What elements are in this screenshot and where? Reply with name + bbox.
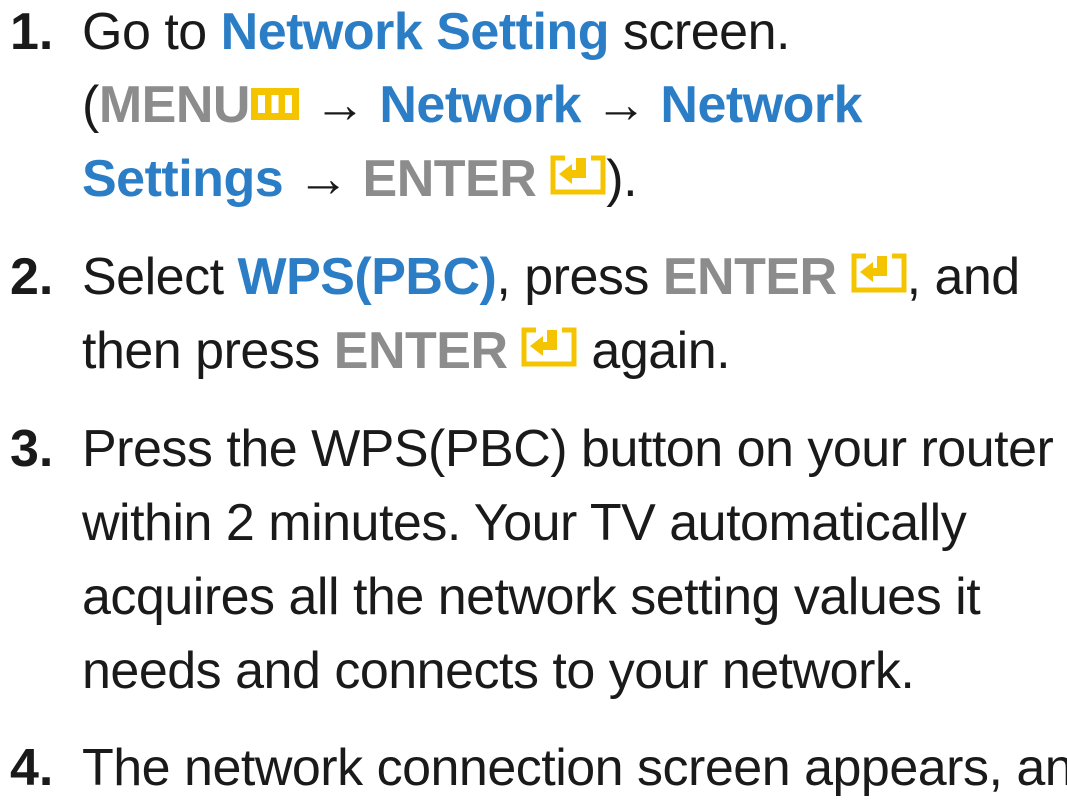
enter-label: ENTER: [362, 150, 537, 208]
menu-icon: [250, 67, 300, 142]
step-1-line-3: Settings → ENTER ).: [82, 141, 638, 220]
enter-icon: [851, 239, 907, 314]
network-menu-label: Network: [379, 76, 581, 134]
enter-label: ENTER: [333, 322, 508, 380]
step-3-line-3: acquires all the network setting values …: [82, 568, 981, 626]
step-number: 2.: [10, 248, 54, 306]
step-3-line-2: within 2 minutes. Your TV automatically: [82, 494, 967, 552]
step-1-line-2: (MENU → Network → Network: [82, 67, 863, 146]
step-3-line-1: Press the WPS(PBC) button on your router: [82, 420, 1054, 478]
enter-icon: [550, 141, 606, 216]
menu-label: MENU: [98, 76, 251, 134]
enter-icon: [521, 313, 577, 388]
step-number: 1.: [10, 3, 54, 61]
step-2-line-2: then press ENTER again.: [82, 313, 731, 392]
wps-pbc-label: WPS(PBC): [237, 248, 497, 306]
enter-label: ENTER: [662, 248, 837, 306]
step-3-line-4: needs and connects to your network.: [82, 642, 915, 700]
network-setting-label: Network Setting: [220, 3, 610, 61]
step-number: 3.: [10, 420, 54, 478]
network-settings-label-part1: Network: [660, 76, 863, 134]
network-settings-label-part2: Settings: [82, 150, 284, 208]
step-2-line-1: Select WPS(PBC), press ENTER , and: [82, 240, 1020, 318]
step-1-line-1: Go to Network Setting screen.: [82, 3, 790, 61]
